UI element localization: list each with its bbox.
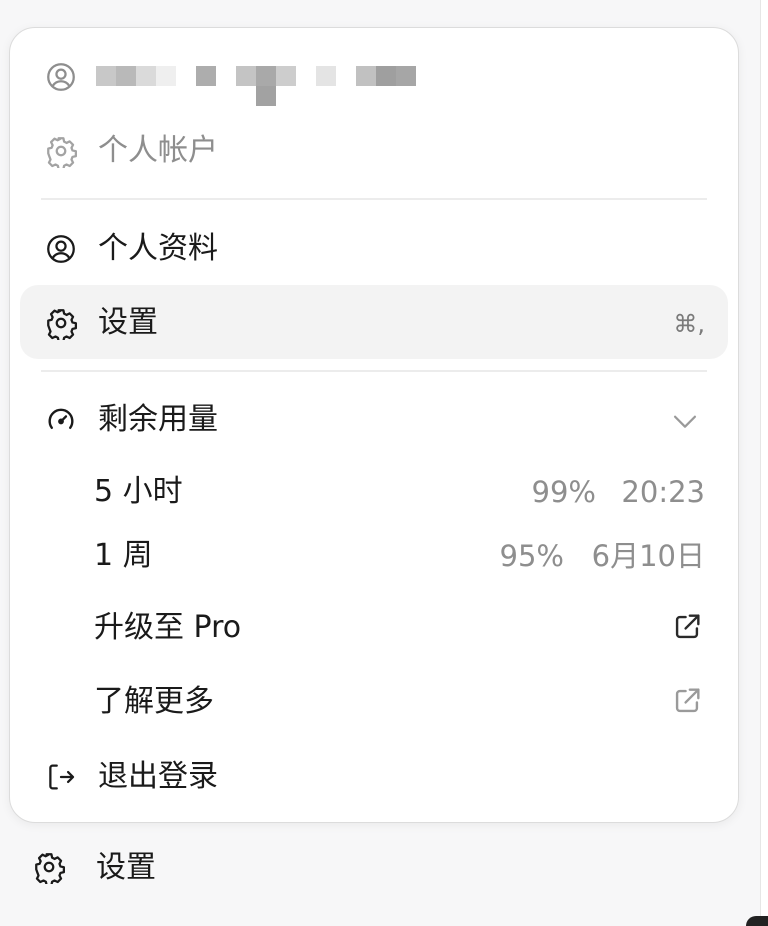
- usage-row-5h-reset: 20:23: [621, 475, 705, 509]
- upgrade-pro-menu-item[interactable]: 升级至 Pro: [94, 608, 241, 648]
- settings-shortcut: ⌘,: [673, 310, 705, 338]
- logout-menu-item[interactable]: 退出登录: [98, 757, 218, 797]
- external-link-icon[interactable]: [670, 684, 704, 718]
- right-panel-edge: [760, 0, 768, 926]
- personal-account-label: 个人帐户: [98, 133, 218, 168]
- user-circle-icon: [44, 60, 78, 94]
- usage-row-week-label: 1 周: [94, 538, 153, 573]
- settings-label: 设置: [98, 305, 158, 340]
- usage-row-5h-percent: 99%: [531, 475, 596, 509]
- account-email-redacted: [96, 64, 426, 108]
- divider: [41, 198, 707, 200]
- gauge-icon: [44, 403, 78, 437]
- account-menu: 个人帐户 个人资料 设置 ⌘, 剩余用量 5 小时 99% 20:23 1 周 …: [9, 27, 739, 823]
- logout-icon: [44, 760, 78, 794]
- gear-icon: [32, 850, 66, 884]
- user-circle-icon: [44, 232, 78, 266]
- usage-row-week-reset: 6月10日: [591, 539, 705, 573]
- profile-menu-item[interactable]: 个人资料: [98, 229, 218, 269]
- usage-row-week-percent: 95%: [499, 539, 564, 573]
- gear-icon: [44, 134, 78, 168]
- window-corner: [746, 916, 768, 926]
- external-link-icon[interactable]: [670, 610, 704, 644]
- usage-section-title[interactable]: 剩余用量: [98, 400, 218, 440]
- learn-more-menu-item[interactable]: 了解更多: [94, 682, 214, 722]
- sidebar-settings-label: 设置: [96, 850, 156, 885]
- sidebar-settings-item[interactable]: 设置: [0, 840, 740, 900]
- chevron-down-icon[interactable]: [668, 404, 702, 438]
- gear-icon: [44, 306, 78, 340]
- divider: [41, 370, 707, 372]
- usage-row-5h-label: 5 小时: [94, 474, 183, 509]
